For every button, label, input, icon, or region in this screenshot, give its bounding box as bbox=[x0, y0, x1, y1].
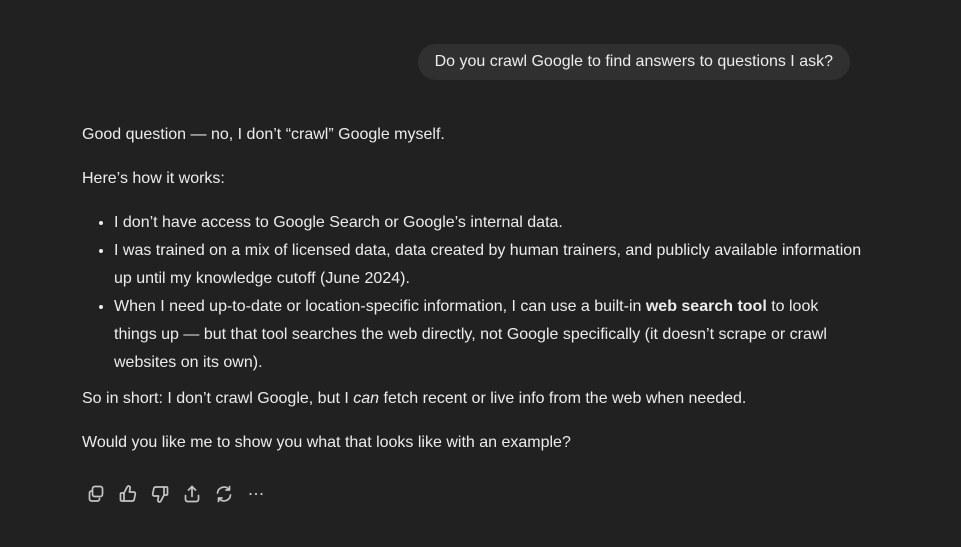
copy-icon bbox=[88, 485, 104, 502]
assistant-bullet-list: I don’t have access to Google Search or … bbox=[82, 209, 862, 377]
assistant-how-it-works: Here’s how it works: bbox=[82, 170, 225, 187]
bullet-item: I don’t have access to Google Search or … bbox=[114, 209, 862, 237]
user-message-bubble: Do you crawl Google to find answers to q… bbox=[417, 44, 850, 80]
summary-text: So in short: I don’t crawl Google, but I bbox=[82, 390, 354, 407]
assistant-intro: Good question — no, I don’t “crawl” Goog… bbox=[82, 126, 445, 143]
assistant-summary: So in short: I don’t crawl Google, but I… bbox=[82, 385, 862, 413]
thumbs-down-icon bbox=[151, 486, 169, 503]
thumbs-up-button[interactable] bbox=[112, 481, 144, 507]
copy-button[interactable] bbox=[80, 481, 112, 507]
regenerate-button[interactable] bbox=[208, 481, 240, 507]
bullet-text: When I need up-to-date or location-speci… bbox=[114, 298, 646, 315]
share-icon bbox=[184, 485, 200, 503]
user-message-row: Do you crawl Google to find answers to q… bbox=[417, 44, 850, 80]
assistant-followup: Would you like me to show you what that … bbox=[82, 434, 571, 451]
share-button[interactable] bbox=[176, 481, 208, 507]
regenerate-icon bbox=[216, 485, 232, 503]
summary-text: fetch recent or live info from the web w… bbox=[379, 390, 747, 407]
assistant-message: Good question — no, I don’t “crawl” Goog… bbox=[82, 121, 862, 457]
more-options-button[interactable] bbox=[240, 481, 272, 507]
more-icon bbox=[249, 492, 263, 496]
thumbs-up-icon bbox=[119, 485, 137, 502]
bullet-bold-text: web search tool bbox=[645, 298, 767, 315]
bullet-item: When I need up-to-date or location-speci… bbox=[114, 293, 862, 377]
bullet-item: I was trained on a mix of licensed data,… bbox=[114, 237, 862, 293]
message-action-bar bbox=[80, 481, 272, 507]
summary-italic-text: can bbox=[353, 390, 380, 407]
thumbs-down-button[interactable] bbox=[144, 481, 176, 507]
